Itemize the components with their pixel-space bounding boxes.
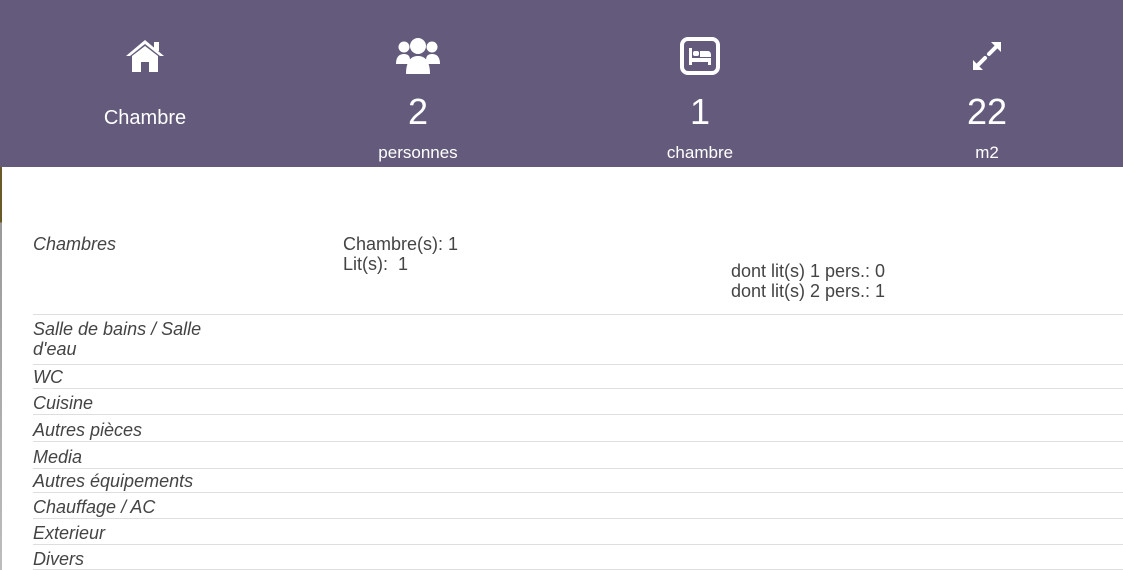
- row-autres-pieces: Autres pièces: [33, 420, 1123, 442]
- expand-icon: [964, 34, 1010, 78]
- row-label-chambres: Chambres: [33, 234, 117, 254]
- row-label-chauffage: Chauffage / AC: [33, 497, 156, 517]
- row-exterieur: Exterieur: [33, 523, 1123, 545]
- bedrooms-unit: chambre: [666, 143, 734, 162]
- details-table: Chambres Chambre(s): 1 Lit(s): 1 dont li…: [0, 167, 1123, 570]
- chambres-col-a: Chambre(s): 1 Lit(s): 1: [343, 234, 723, 274]
- persons-unit: personnes: [378, 143, 458, 162]
- chambres-double-beds: dont lit(s) 2 pers.: 1: [731, 281, 886, 301]
- chambres-count: Chambre(s): 1: [343, 234, 459, 254]
- summary-bar: Chambre 2 personnes 1 chambre 22 m2: [0, 0, 1123, 167]
- row-chauffage: Chauffage / AC: [33, 497, 1123, 519]
- row-label-divers: Divers: [33, 549, 85, 569]
- row-label-autres-equipements: Autres équipements: [33, 471, 194, 491]
- row-cuisine: Cuisine: [33, 393, 1123, 415]
- bedrooms-value: 1: [689, 91, 711, 132]
- row-label-salle-de-bains: Salle de bains / Salle d'eau: [33, 319, 263, 359]
- row-divers: Divers: [33, 549, 1123, 570]
- summary-bedrooms: 1 chambre: [600, 0, 800, 167]
- row-media: Media: [33, 447, 1123, 469]
- row-autres-equipements: Autres équipements: [33, 471, 1123, 493]
- chambres-beds: Lit(s): 1: [343, 254, 409, 274]
- row-chambres: Chambres Chambre(s): 1 Lit(s): 1 dont li…: [33, 234, 1123, 315]
- salle-de-bains-label-line1: Salle de bains / Salle: [33, 319, 202, 339]
- bed-icon: [677, 34, 723, 78]
- row-salle-de-bains: Salle de bains / Salle d'eau: [33, 319, 1123, 365]
- summary-type: Chambre: [45, 0, 245, 167]
- summary-type-label: Chambre: [103, 107, 187, 129]
- area-unit: m2: [975, 143, 999, 162]
- users-icon: [395, 34, 441, 78]
- home-icon: [122, 34, 168, 78]
- row-label-autres-pieces: Autres pièces: [33, 420, 143, 440]
- row-label-media: Media: [33, 447, 83, 467]
- chambres-single-beds: dont lit(s) 1 pers.: 0: [731, 261, 886, 281]
- row-wc: WC: [33, 367, 1123, 389]
- salle-de-bains-label-line2: d'eau: [33, 339, 77, 359]
- page: Chambre 2 personnes 1 chambre 22 m2 Cham…: [0, 0, 1123, 570]
- row-label-exterieur: Exterieur: [33, 523, 106, 543]
- summary-persons: 2 personnes: [318, 0, 518, 167]
- row-label-wc: WC: [33, 367, 63, 387]
- persons-value: 2: [407, 91, 429, 132]
- area-value: 22: [966, 91, 1008, 132]
- chambres-col-b: dont lit(s) 1 pers.: 0 dont lit(s) 2 per…: [731, 261, 1121, 301]
- summary-area: 22 m2: [887, 0, 1087, 167]
- row-label-cuisine: Cuisine: [33, 393, 94, 413]
